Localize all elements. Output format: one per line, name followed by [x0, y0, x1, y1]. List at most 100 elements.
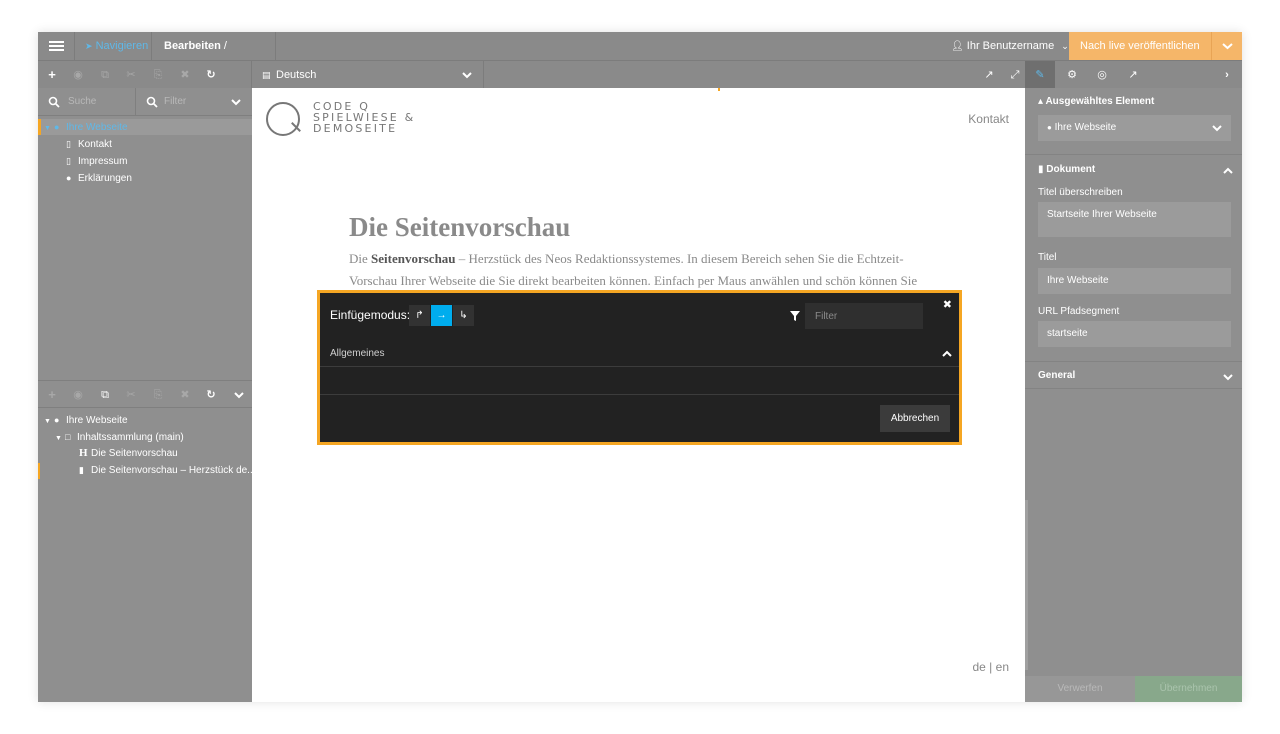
tree-label: Ihre Webseite: [66, 122, 128, 133]
logo-text: CODE Q SPIELWIESE & DEMOSEITE: [313, 101, 415, 134]
insert-mode-label: Einfügemodus:: [330, 308, 411, 322]
paragraph-bold: Seitenvorschau: [371, 251, 456, 266]
selected-element-dropdown[interactable]: ● Ihre Webseite: [1038, 115, 1231, 141]
inspector-tabs: ✎ ⚙ ◎ ↗ ›: [1025, 61, 1242, 89]
insert-after-button[interactable]: ↳: [453, 305, 474, 326]
heading-text: Ausgewähltes Element: [1045, 96, 1155, 107]
folder-open-icon: □: [65, 432, 71, 442]
title-input[interactable]: Ihre Webseite: [1038, 268, 1231, 294]
paragraph-start: Die: [349, 251, 372, 266]
chevron-down-icon[interactable]: [1222, 372, 1234, 382]
globe-icon: ●: [54, 415, 60, 425]
page-tree-item-root[interactable]: ▼ ● Ihre Webseite: [44, 119, 128, 135]
trash-icon[interactable]: ✖: [178, 388, 192, 402]
logo-q-icon: [266, 102, 300, 136]
page-tree-item-erklaerungen[interactable]: ● Erklärungen: [66, 170, 132, 186]
insert-before-button[interactable]: ↱: [409, 305, 430, 326]
fullscreen-icon[interactable]: ⤢: [1008, 68, 1022, 82]
view-tools: ↗ ⤢: [978, 61, 1025, 89]
copy-icon[interactable]: ⧉: [98, 68, 112, 82]
general-section-heading[interactable]: General: [1038, 370, 1075, 381]
search-input[interactable]: Suche: [38, 88, 136, 116]
publish-button[interactable]: Nach live veröffentlichen1: [1069, 32, 1211, 80]
close-icon[interactable]: ✖: [943, 298, 952, 311]
eye-icon[interactable]: ◉: [71, 68, 85, 82]
heading-text: Dokument: [1046, 164, 1096, 175]
divider: [1025, 361, 1242, 362]
navigate-link[interactable]: ➤ Navigieren: [74, 32, 152, 60]
user-icon: 👤︎: [951, 41, 964, 52]
selected-element-heading: ▴ Ausgewähltes Element: [1038, 96, 1154, 107]
insert-node-dialog: Einfügemodus: ↱ → ↳ ✖ Allgemeines Abbrec…: [317, 290, 962, 445]
content-tree-item-root[interactable]: ▼ ● Ihre Webseite: [44, 412, 128, 428]
title-label: Titel: [1038, 252, 1057, 263]
refresh-icon[interactable]: ↻: [204, 68, 218, 82]
tree-label: Die Seitenvorschau: [91, 448, 178, 459]
page-paragraph[interactable]: Die Seitenvorschau – Herzstück des Neos …: [349, 248, 919, 292]
content-tree-item-collection[interactable]: ▼ □ Inhaltssammlung (main): [55, 429, 184, 445]
menu-icon: [49, 41, 64, 43]
search-icon: [48, 96, 60, 108]
arrow-down-icon: ↳: [459, 310, 468, 321]
document-section-heading[interactable]: ▮ Dokument: [1038, 164, 1095, 175]
chevron-down-icon[interactable]: [233, 390, 245, 400]
node-group-general[interactable]: Allgemeines: [320, 339, 959, 367]
add-icon[interactable]: +: [45, 388, 59, 402]
content-tree-item-text[interactable]: ▮ Die Seitenvorschau – Herzstück de...: [79, 462, 256, 478]
page-tree-item-impressum[interactable]: ▯ Impressum: [66, 153, 127, 169]
document-icon: ▯: [66, 156, 71, 166]
menu-icon-line: [49, 49, 64, 51]
caret-down-icon: ▼: [55, 435, 62, 442]
page-headline[interactable]: Die Seitenvorschau: [349, 212, 570, 243]
document-icon: ▮: [1038, 164, 1044, 175]
caret-down-icon: ▼: [44, 418, 51, 425]
tab-target-icon[interactable]: ◎: [1087, 61, 1117, 89]
menu-icon-line: [49, 45, 64, 47]
node-type-filter-input[interactable]: [805, 303, 923, 329]
tab-analytics-chart-icon[interactable]: ↗: [1118, 61, 1148, 89]
chevron-down-icon: [462, 72, 472, 79]
paste-icon[interactable]: ⎘: [151, 68, 165, 82]
cut-icon[interactable]: ✂: [124, 388, 138, 402]
cancel-button[interactable]: Abbrechen: [880, 405, 950, 432]
tab-settings-gear-icon[interactable]: ⚙: [1057, 61, 1087, 89]
language-selector[interactable]: ▤ Deutsch: [252, 61, 484, 89]
globe-icon: ●: [1047, 123, 1052, 132]
eye-icon[interactable]: ◉: [71, 388, 85, 402]
paste-icon[interactable]: ⎘: [151, 388, 165, 402]
user-menu[interactable]: 👤︎ Ihr Benutzername ⌄: [951, 32, 1069, 60]
menu-button[interactable]: [38, 32, 74, 60]
username: Ihr Benutzername: [966, 40, 1055, 52]
caret-down-icon: ▼: [44, 125, 51, 132]
collapse-panel-chevron-right-icon[interactable]: ›: [1212, 61, 1242, 89]
node-type-list: [320, 367, 959, 395]
publish-dropdown-button[interactable]: [1211, 32, 1242, 60]
arrow-right-icon: →: [436, 310, 447, 321]
add-icon[interactable]: +: [45, 68, 59, 82]
external-link-icon[interactable]: ↗: [982, 68, 996, 82]
publish-label: Nach live veröffentlichen: [1080, 40, 1200, 52]
insert-into-button[interactable]: →: [431, 305, 452, 326]
copy-icon[interactable]: ⧉: [98, 388, 112, 402]
filter-input[interactable]: Filter: [136, 88, 252, 116]
apply-button[interactable]: Übernehmen: [1135, 676, 1242, 702]
title-override-textarea[interactable]: Startseite Ihrer Webseite: [1038, 202, 1231, 237]
lang-link-en[interactable]: en: [996, 660, 1009, 674]
language-icon: ▤: [262, 70, 271, 80]
nav-link-kontakt[interactable]: Kontakt: [968, 112, 1009, 126]
scrollbar[interactable]: [1025, 500, 1028, 670]
content-tree-item-headline[interactable]: H Die Seitenvorschau: [79, 445, 178, 461]
cut-icon[interactable]: ✂: [124, 68, 138, 82]
tab-edit-pencil-icon[interactable]: ✎: [1025, 61, 1055, 89]
url-path-input[interactable]: startseite: [1038, 321, 1231, 347]
trash-icon[interactable]: ✖: [178, 68, 192, 82]
lang-link-de[interactable]: de: [972, 660, 985, 674]
chevron-up-icon[interactable]: [1222, 166, 1234, 176]
refresh-icon[interactable]: ↻: [204, 388, 218, 402]
discard-button[interactable]: Verwerfen: [1025, 676, 1135, 702]
breadcrumb: Bearbeiten / Vorschau: [152, 32, 276, 80]
page-tree-item-kontakt[interactable]: ▯ Kontakt: [66, 136, 112, 152]
lang-separator: |: [985, 660, 996, 674]
search-icon: [146, 96, 158, 108]
filter-placeholder: Filter: [164, 96, 187, 107]
